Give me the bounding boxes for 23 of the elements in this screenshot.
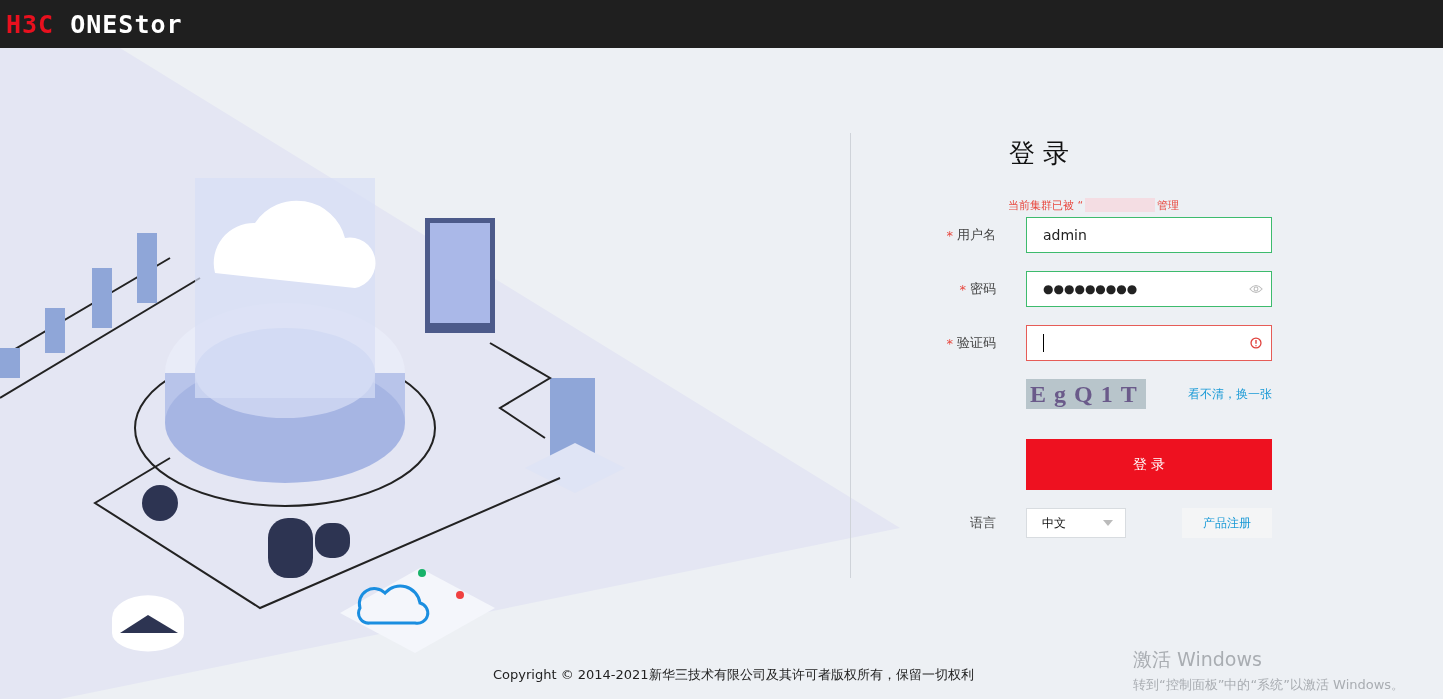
text-cursor xyxy=(1043,334,1044,352)
field-label: 语言 xyxy=(970,514,997,532)
cluster-notice: 当前集群已被 “ xyxy=(1008,197,1084,213)
field-label: 密码 xyxy=(970,280,996,298)
field-label: 用户名 xyxy=(957,226,996,244)
login-title: 登 录 xyxy=(1009,137,1071,170)
captcha-image: EgQ1T xyxy=(1026,379,1146,409)
language-select[interactable]: 中文 xyxy=(1026,508,1126,538)
caret-icon xyxy=(1103,520,1113,526)
required-mark: * xyxy=(946,227,953,243)
input-field[interactable]: admin xyxy=(1026,217,1272,253)
field-label: 验证码 xyxy=(957,334,996,352)
activation-message: 转到“控制面板”中的“系统”以激活 Windows。 xyxy=(1133,676,1405,694)
login-button[interactable]: 登 录 xyxy=(1026,439,1272,490)
required-mark: * xyxy=(946,335,953,351)
cluster-notice: 管理 xyxy=(1157,197,1180,213)
copyright-text: Copyright © 2014-2021新华三技术有限公司及其许可者版权所有，保留一切权利 xyxy=(493,666,974,684)
logo: H3C ONEStor xyxy=(6,9,183,39)
error-icon xyxy=(1249,337,1263,349)
required-mark: * xyxy=(959,281,966,297)
activation-title: 激活 Windows xyxy=(1133,647,1263,672)
input-field[interactable]: ●●●●●●●●● xyxy=(1026,271,1272,307)
input-field[interactable] xyxy=(1026,325,1272,361)
